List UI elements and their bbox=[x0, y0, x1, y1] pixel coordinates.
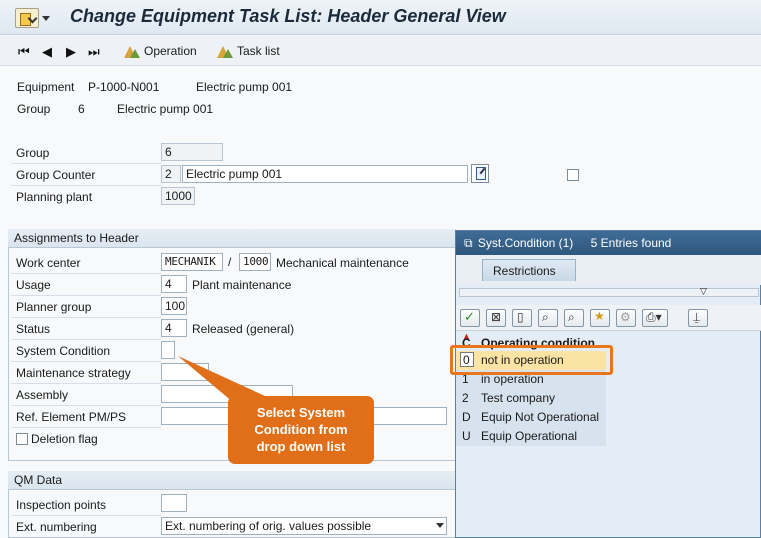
row-separator bbox=[11, 317, 161, 318]
row-separator bbox=[11, 273, 161, 274]
status-label: Status bbox=[16, 322, 51, 336]
row-separator bbox=[11, 383, 161, 384]
row-separator bbox=[11, 163, 161, 164]
group-label: Group bbox=[16, 146, 50, 160]
personalize-icon[interactable]: ⚙ bbox=[616, 309, 636, 327]
group-counter-description-field[interactable]: Electric pump 001 bbox=[182, 165, 468, 183]
deletion-flag-checkbox[interactable] bbox=[16, 433, 28, 445]
selected-row-highlight bbox=[450, 345, 613, 375]
row-separator bbox=[11, 339, 161, 340]
list-item-description: Equip Not Operational bbox=[481, 410, 600, 424]
usage-label: Usage bbox=[16, 278, 51, 292]
new-document-icon[interactable]: ▯ bbox=[512, 309, 532, 327]
group-field: 6 bbox=[161, 143, 223, 161]
task-list-icon bbox=[216, 44, 234, 58]
list-item-description: Equip Operational bbox=[481, 429, 578, 443]
list-item[interactable]: D Equip Not Operational bbox=[456, 408, 606, 427]
assembly-label: Assembly bbox=[16, 388, 69, 402]
application-toolbar bbox=[0, 36, 761, 66]
menu-dropdown-icon[interactable] bbox=[42, 16, 50, 21]
ref-element-label: Ref. Element PM/PS bbox=[16, 410, 127, 424]
system-condition-value-help-dialog: ⧉ Syst.Condition (1) 5 Entries found Res… bbox=[455, 230, 761, 538]
assignments-section-title: Assignments to Header bbox=[8, 229, 456, 248]
operation-button[interactable]: Operation bbox=[123, 41, 197, 61]
row-separator bbox=[11, 427, 161, 428]
chevron-down-icon[interactable] bbox=[436, 523, 444, 528]
entries-found-text: 5 Entries found bbox=[590, 236, 672, 250]
group-counter-field: 2 bbox=[161, 165, 181, 183]
callout-line-3: drop down list bbox=[256, 439, 346, 454]
planner-group-field[interactable]: 100 bbox=[161, 297, 187, 315]
list-item-description: Test company bbox=[481, 391, 556, 405]
tab-restrictions[interactable]: Restrictions bbox=[482, 259, 576, 281]
confirm-check-icon[interactable]: ✓ bbox=[460, 309, 480, 327]
settings-icon[interactable]: ⍊ bbox=[688, 309, 708, 327]
planner-group-label: Planner group bbox=[16, 300, 92, 314]
operation-icon bbox=[123, 44, 141, 58]
ext-numbering-select[interactable]: Ext. numbering of orig. values possible bbox=[161, 517, 447, 535]
dialog-title-bar: ⧉ Syst.Condition (1) 5 Entries found bbox=[456, 231, 761, 255]
find-next-icon[interactable]: ⌕ bbox=[564, 309, 584, 327]
instruction-callout: Select System Condition from drop down l… bbox=[228, 396, 374, 464]
long-text-edit-icon[interactable] bbox=[471, 164, 489, 183]
equipment-value: P-1000-N001 bbox=[88, 80, 160, 94]
print-icon[interactable]: ⎙▾ bbox=[642, 309, 668, 327]
ext-numbering-label: Ext. numbering bbox=[16, 520, 97, 534]
list-item-key: U bbox=[462, 429, 471, 443]
row-separator bbox=[11, 295, 161, 296]
add-favorite-icon[interactable]: ★ bbox=[590, 309, 610, 327]
long-text-checkbox[interactable] bbox=[567, 169, 579, 181]
ext-numbering-value: Ext. numbering of orig. values possible bbox=[165, 519, 372, 533]
find-icon[interactable]: ⌕ bbox=[538, 309, 558, 327]
header-group-value: 6 bbox=[78, 102, 85, 116]
usage-description: Plant maintenance bbox=[192, 278, 292, 292]
work-center-description: Mechanical maintenance bbox=[276, 256, 409, 270]
cancel-icon[interactable]: ⊠ bbox=[486, 309, 506, 327]
equipment-description: Electric pump 001 bbox=[196, 80, 293, 94]
task-list-label: Task list bbox=[237, 44, 280, 58]
header-group-label: Group bbox=[17, 102, 51, 116]
work-center-label: Work center bbox=[16, 256, 81, 270]
restrictions-splitter[interactable]: ▽ bbox=[459, 286, 759, 297]
work-center-plant-field[interactable]: 1000 bbox=[239, 253, 271, 271]
deletion-flag-label: Deletion flag bbox=[31, 432, 98, 446]
list-item[interactable]: U Equip Operational bbox=[456, 427, 606, 446]
window-title: Change Equipment Task List: Header Gener… bbox=[70, 6, 506, 26]
inspection-points-field[interactable] bbox=[161, 494, 187, 512]
callout-line-1: Select System bbox=[256, 405, 346, 420]
last-page-icon[interactable]: ⏭ bbox=[88, 44, 100, 60]
row-separator bbox=[11, 405, 161, 406]
task-list-button[interactable]: Task list bbox=[216, 41, 280, 61]
equipment-label: Equipment bbox=[17, 80, 75, 94]
work-center-field[interactable]: MECHANIK bbox=[161, 253, 223, 271]
inspection-points-label: Inspection points bbox=[16, 498, 107, 512]
planning-plant-field: 1000 bbox=[161, 187, 195, 205]
status-description: Released (general) bbox=[192, 322, 295, 336]
expand-chevron-icon[interactable]: ▽ bbox=[700, 286, 707, 297]
group-counter-label: Group Counter bbox=[16, 168, 96, 182]
list-item[interactable]: 2 Test company bbox=[456, 389, 606, 408]
system-menu-button[interactable] bbox=[15, 8, 39, 28]
first-page-icon[interactable]: ⏮ bbox=[18, 44, 30, 60]
list-item-key: D bbox=[462, 410, 471, 424]
qm-data-section-title: QM Data bbox=[8, 471, 456, 490]
system-condition-label: System Condition bbox=[16, 344, 111, 358]
callout-line-2: Condition from bbox=[254, 422, 348, 437]
next-page-icon[interactable]: ▶ bbox=[66, 44, 76, 60]
list-item-key: 2 bbox=[462, 391, 469, 405]
planning-plant-label: Planning plant bbox=[16, 190, 93, 204]
status-field[interactable]: 4 bbox=[161, 319, 187, 337]
dialog-edit-icon: ⧉ bbox=[464, 236, 473, 250]
row-separator bbox=[11, 515, 161, 516]
work-center-separator: / bbox=[228, 255, 232, 269]
maintenance-strategy-label: Maintenance strategy bbox=[16, 366, 131, 380]
operation-label: Operation bbox=[144, 44, 197, 58]
row-separator bbox=[11, 185, 161, 186]
row-separator bbox=[11, 361, 161, 362]
usage-field[interactable]: 4 bbox=[161, 275, 187, 293]
dialog-title: Syst.Condition (1) bbox=[477, 236, 574, 250]
previous-page-icon[interactable]: ◀ bbox=[42, 44, 52, 60]
header-group-description: Electric pump 001 bbox=[117, 102, 214, 116]
